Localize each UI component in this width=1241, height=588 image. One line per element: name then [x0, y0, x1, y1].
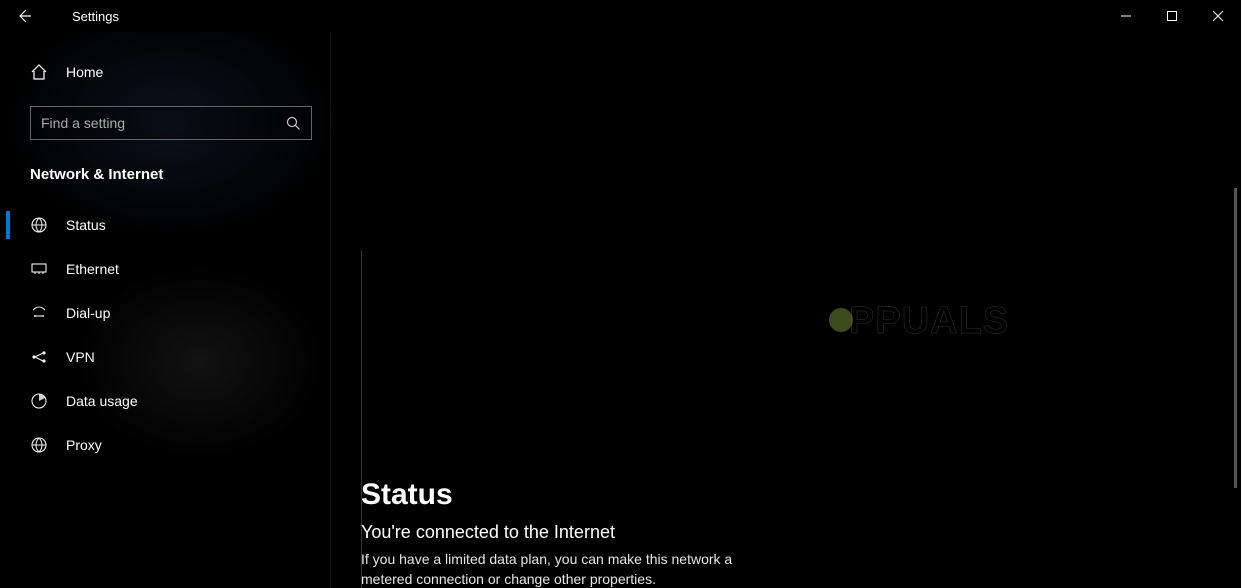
dialup-icon [30, 304, 48, 322]
page-title: Status [361, 478, 941, 512]
nav-item-status[interactable]: Status [0, 203, 330, 247]
status-icon [30, 216, 48, 234]
status-subhead: You're connected to the Internet [361, 522, 941, 543]
search-input[interactable] [41, 115, 286, 131]
back-arrow-icon [16, 8, 32, 24]
back-button[interactable] [0, 0, 48, 32]
nav-item-dialup[interactable]: Dial-up [0, 291, 330, 335]
nav-item-datausage[interactable]: Data usage [0, 379, 330, 423]
minimize-icon [1121, 11, 1131, 21]
nav-label: Status [66, 217, 106, 233]
home-button[interactable]: Home [0, 52, 330, 92]
close-icon [1213, 11, 1223, 21]
nav-label: VPN [66, 349, 95, 365]
nav-label: Dial-up [66, 305, 110, 321]
nav-list: Status Ethernet Dial-up VPN [0, 197, 330, 467]
sidebar: Home Network & Internet Status Ethernet [0, 32, 330, 588]
nav-item-ethernet[interactable]: Ethernet [0, 247, 330, 291]
nav-label: Proxy [66, 437, 102, 453]
nav-label: Data usage [66, 393, 138, 409]
minimize-button[interactable] [1103, 0, 1149, 32]
home-icon [30, 63, 48, 81]
ethernet-icon [30, 260, 48, 278]
window-controls [1103, 0, 1241, 32]
maximize-icon [1167, 11, 1177, 21]
content: Status You're connected to the Internet … [331, 32, 971, 588]
main-area: PPUALS Status You're connected to the In… [330, 32, 1241, 588]
nav-item-vpn[interactable]: VPN [0, 335, 330, 379]
nav-item-proxy[interactable]: Proxy [0, 423, 330, 467]
close-button[interactable] [1195, 0, 1241, 32]
window-title: Settings [48, 9, 119, 24]
title-bar: Settings [0, 0, 1241, 32]
nav-label: Ethernet [66, 261, 119, 277]
home-label: Home [66, 64, 103, 80]
scrollbar[interactable] [1234, 188, 1237, 488]
datausage-icon [30, 392, 48, 410]
search-box[interactable] [30, 106, 312, 140]
vpn-icon [30, 348, 48, 366]
maximize-button[interactable] [1149, 0, 1195, 32]
proxy-icon [30, 436, 48, 454]
section-header: Network & Internet [0, 158, 330, 197]
status-desc: If you have a limited data plan, you can… [361, 549, 771, 588]
search-icon [286, 116, 301, 131]
